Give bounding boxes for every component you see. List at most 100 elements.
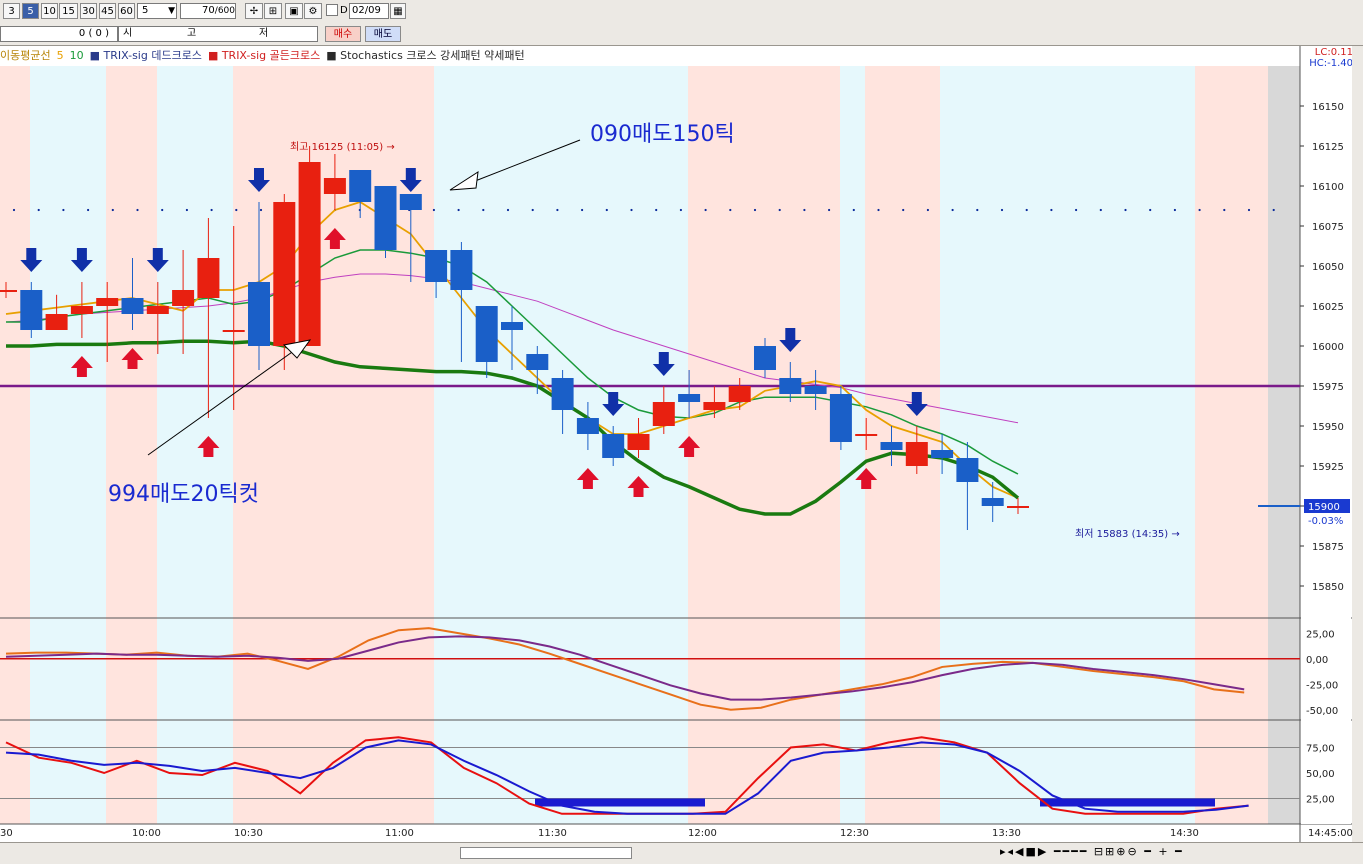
dotted-level-point xyxy=(778,208,781,212)
dotted-level-point xyxy=(1124,208,1127,212)
time-band xyxy=(840,66,865,824)
note-sell-20-cut: 994매도20틱컷 xyxy=(108,482,259,507)
dotted-level-point xyxy=(1050,208,1053,212)
dotted-level-point xyxy=(1223,208,1226,212)
x-tick-label: 11:00 xyxy=(385,828,414,839)
price-chart[interactable]: 15850 15875 15900 15925 15950 15975 16000 16025… xyxy=(0,0,1363,842)
candle-body xyxy=(222,330,245,332)
y-tick-label: 16050 xyxy=(1312,262,1344,273)
candle-body xyxy=(627,434,650,450)
candle-body xyxy=(248,282,270,346)
dotted-level-point xyxy=(655,208,658,212)
dotted-level-point xyxy=(259,208,263,212)
candle-body xyxy=(754,346,776,370)
candle-body xyxy=(551,378,574,410)
dotted-level-point xyxy=(630,208,633,212)
candle-body xyxy=(981,498,1004,506)
candle-body xyxy=(728,386,751,402)
trix-tick-label: -50,00 xyxy=(1306,706,1338,717)
y-tick-label: 15950 xyxy=(1312,422,1344,433)
candle-body xyxy=(576,418,599,434)
x-tick-label: 11:30 xyxy=(538,828,567,839)
dotted-level-point xyxy=(556,208,559,212)
candle-body xyxy=(652,402,675,426)
dotted-level-point xyxy=(185,208,188,212)
x-tick-label: 13:30 xyxy=(992,828,1021,839)
dotted-level-point xyxy=(753,208,757,212)
candle-body xyxy=(956,458,979,482)
candle-body xyxy=(475,306,498,362)
candle-body xyxy=(905,442,928,466)
dotted-level-point xyxy=(926,208,930,212)
dotted-level-point xyxy=(1173,208,1176,212)
dotted-level-point xyxy=(902,208,905,212)
time-band xyxy=(940,66,1195,824)
candle-body xyxy=(678,394,701,402)
dotted-level-point xyxy=(877,208,880,212)
y-tick-label: 16000 xyxy=(1312,342,1344,353)
y-tick-label: 16150 xyxy=(1312,102,1344,113)
time-band xyxy=(688,66,840,824)
dotted-level-point xyxy=(1198,208,1201,212)
candle-body xyxy=(349,170,372,202)
time-band xyxy=(157,66,233,824)
dotted-level-point xyxy=(1075,208,1078,212)
dotted-level-point xyxy=(457,208,460,212)
dotted-level-point xyxy=(1025,208,1028,212)
candle-body xyxy=(146,306,169,314)
dotted-level-point xyxy=(1099,208,1102,212)
dotted-level-point xyxy=(976,208,979,212)
candle-body xyxy=(804,386,827,394)
dotted-level-point xyxy=(111,208,114,212)
oversold-fill xyxy=(1040,798,1215,807)
candle-body xyxy=(0,290,17,292)
x-tick-label: 30 xyxy=(0,828,13,839)
candle-body xyxy=(20,290,43,330)
scroll-track[interactable] xyxy=(460,847,632,859)
dotted-level-point xyxy=(679,208,683,212)
trix-tick-label: 25,00 xyxy=(1306,629,1335,640)
candle-body xyxy=(425,250,448,282)
dotted-level-point xyxy=(1000,208,1004,212)
future-area xyxy=(1268,66,1300,824)
dotted-level-point xyxy=(704,208,707,212)
candle-body xyxy=(172,290,195,306)
x-tick-label: 12:00 xyxy=(688,828,717,839)
stoch-tick-label: 25,00 xyxy=(1306,795,1335,806)
dotted-level-point xyxy=(1149,208,1152,212)
current-price-label: 15900 xyxy=(1308,502,1340,513)
dotted-level-point xyxy=(506,208,510,212)
candle-body xyxy=(501,322,523,330)
y-tick-label: 16125 xyxy=(1312,142,1344,153)
candle-body xyxy=(880,442,903,450)
dotted-level-point xyxy=(482,208,485,212)
time-band xyxy=(1195,66,1268,824)
dotted-level-point xyxy=(62,208,65,212)
low-annotation: 최저 15883 (14:35) → xyxy=(1075,528,1180,540)
candle-body xyxy=(779,378,802,394)
candle-body xyxy=(298,162,321,346)
current-change-label: -0.03% xyxy=(1308,516,1343,527)
navigation-icons[interactable]: ▸◂◀■▶ ━━━━ ⊟⊞⊕⊖ ━ + ━ xyxy=(1000,845,1184,858)
candle-body xyxy=(855,434,878,436)
dotted-level-point xyxy=(605,208,608,212)
dotted-level-point xyxy=(161,208,164,212)
time-band xyxy=(0,66,30,824)
trix-tick-label: 0,00 xyxy=(1306,655,1328,666)
y-tick-label: 16100 xyxy=(1312,182,1344,193)
candle-body xyxy=(273,202,296,346)
candle-body xyxy=(70,306,93,314)
high-annotation: 최고 16125 (11:05) → xyxy=(290,141,395,153)
trix-tick-label: -25,00 xyxy=(1306,680,1338,691)
y-tick-label: 16075 xyxy=(1312,222,1344,233)
y-tick-label: 16025 xyxy=(1312,302,1344,313)
y-tick-label: 15850 xyxy=(1312,582,1344,593)
dotted-level-point xyxy=(235,208,238,212)
dotted-level-point xyxy=(1247,208,1251,212)
candle-body xyxy=(323,178,346,194)
x-tick-label: 10:30 xyxy=(234,828,263,839)
stoch-tick-label: 75,00 xyxy=(1306,744,1335,755)
dotted-level-point xyxy=(136,208,139,212)
note-sell-150: 090매도150틱 xyxy=(590,122,735,147)
candle-body xyxy=(121,298,144,314)
